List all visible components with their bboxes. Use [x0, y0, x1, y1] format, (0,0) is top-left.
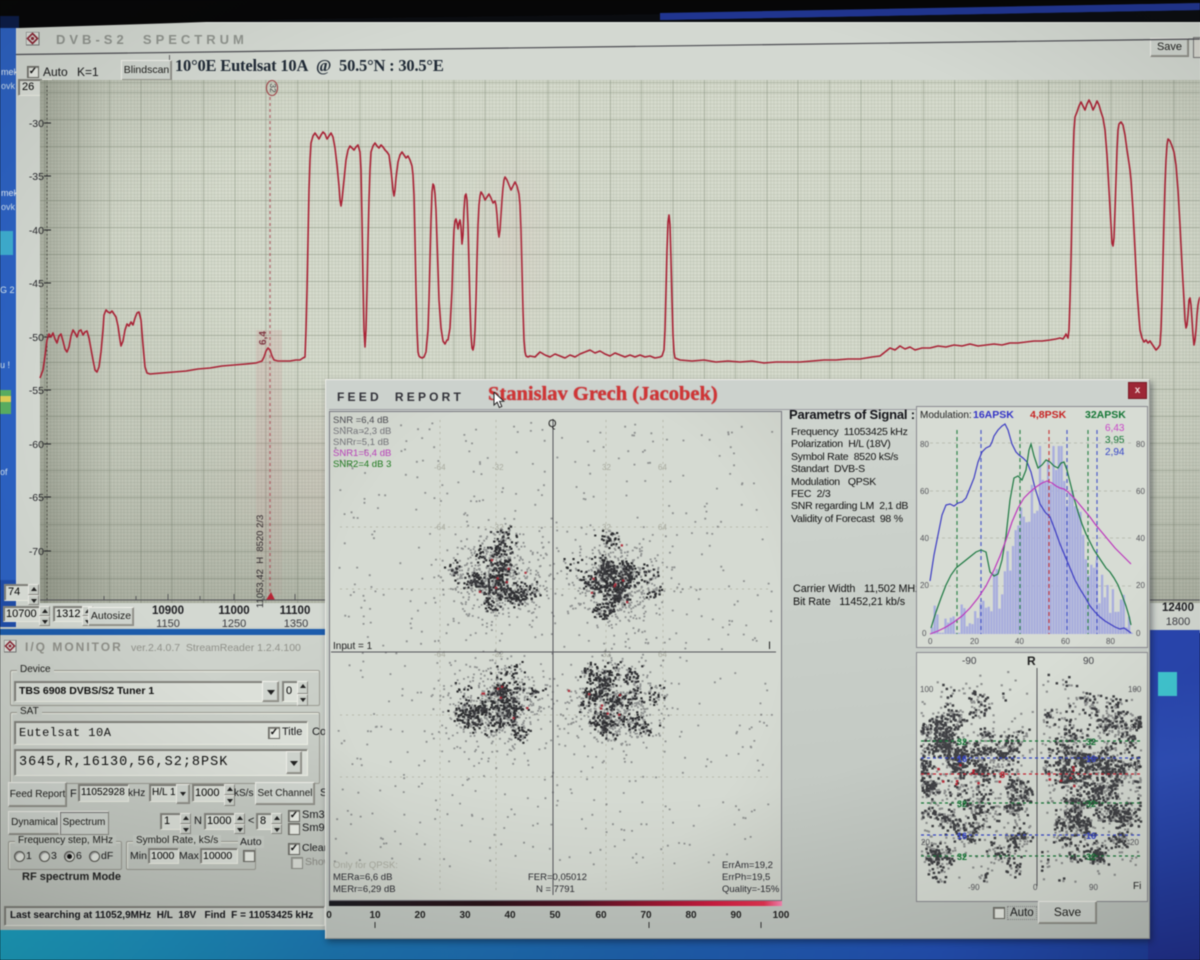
svg-text:16: 16	[1086, 831, 1096, 841]
svg-text:10900: 10900	[152, 605, 184, 617]
svg-text:32: 32	[957, 852, 967, 862]
svg-text:Fi: Fi	[1133, 881, 1141, 892]
svg-text:16: 16	[1086, 754, 1096, 764]
svg-text:SNR2=4 dB 3: SNR2=4 dB 3	[333, 459, 391, 470]
svg-text:SNRr=5,1 dB: SNRr=5,1 dB	[333, 437, 389, 448]
svg-text:0: 0	[1033, 883, 1038, 892]
svg-text:-90: -90	[968, 883, 980, 892]
svg-text:20: 20	[1136, 581, 1145, 590]
svg-text:16: 16	[957, 831, 967, 841]
svg-text:90: 90	[1083, 656, 1095, 667]
svg-text:11000: 11000	[218, 605, 249, 617]
svg-text:60: 60	[1136, 487, 1145, 496]
svg-text:-60: -60	[29, 439, 44, 451]
svg-text:60: 60	[1061, 637, 1070, 646]
svg-text:-32: -32	[492, 650, 504, 659]
svg-text:-45: -45	[29, 278, 44, 290]
svg-text:-35: -35	[29, 171, 44, 183]
svg-text:-64: -64	[434, 523, 446, 532]
svg-text:-40: -40	[29, 225, 44, 237]
svg-text:16APSK: 16APSK	[973, 409, 1014, 421]
svg-text:MERa=6,6 dB: MERa=6,6 dB	[333, 872, 392, 883]
svg-text:ErrPh=19,5: ErrPh=19,5	[722, 872, 770, 883]
svg-text:-30: -30	[29, 118, 44, 130]
svg-text:FER=0,05012: FER=0,05012	[528, 872, 587, 883]
svg-text:80: 80	[920, 440, 929, 449]
svg-text:32: 32	[602, 463, 611, 472]
svg-text:80: 80	[685, 910, 697, 921]
svg-text:32: 32	[1086, 852, 1096, 862]
svg-text:-64: -64	[434, 463, 446, 472]
svg-text:-90: -90	[962, 656, 977, 667]
svg-text:Input = 1: Input = 1	[333, 641, 373, 652]
svg-text:70: 70	[640, 910, 652, 921]
svg-text:64: 64	[658, 650, 667, 659]
svg-text:20: 20	[414, 910, 426, 921]
svg-text:64: 64	[658, 463, 667, 472]
svg-text:100: 100	[920, 685, 934, 694]
svg-text:32: 32	[268, 84, 277, 93]
svg-text:30: 30	[459, 910, 471, 921]
svg-text:40: 40	[504, 910, 516, 921]
svg-text:32: 32	[1086, 799, 1096, 809]
svg-text:Only for QPSK:: Only for QPSK:	[333, 860, 398, 871]
svg-text:80: 80	[1106, 637, 1115, 646]
svg-text:Q: Q	[548, 418, 557, 430]
svg-text:32: 32	[1086, 737, 1096, 747]
svg-text:8: 8	[1000, 770, 1005, 780]
svg-text:80: 80	[1136, 440, 1145, 449]
svg-text:-65: -65	[29, 492, 44, 504]
svg-text:10: 10	[369, 910, 381, 921]
svg-text:-70: -70	[29, 546, 44, 558]
svg-text:Quality=-15%: Quality=-15%	[722, 884, 780, 895]
svg-text:-50: -50	[29, 332, 44, 344]
svg-text:32APSK: 32APSK	[1085, 409, 1126, 421]
svg-text:90: 90	[1089, 883, 1098, 892]
svg-text:0: 0	[1136, 629, 1141, 638]
svg-text:0: 0	[922, 629, 927, 638]
svg-text:40: 40	[1015, 637, 1024, 646]
svg-text:ErrAm=19,2: ErrAm=19,2	[722, 860, 773, 871]
svg-text:60: 60	[920, 487, 929, 496]
svg-text:50: 50	[549, 910, 561, 921]
svg-text:Modulation:: Modulation:	[920, 410, 972, 421]
svg-text:0: 0	[928, 637, 933, 646]
svg-text:12400: 12400	[1162, 602, 1194, 614]
svg-text:-32: -32	[492, 463, 504, 472]
svg-text:40: 40	[1136, 534, 1145, 543]
svg-text:16: 16	[957, 754, 967, 764]
svg-text:40: 40	[920, 534, 929, 543]
svg-text:4,8PSK: 4,8PSK	[1030, 409, 1067, 421]
svg-text:-55: -55	[29, 385, 44, 397]
svg-text:I: I	[768, 640, 771, 652]
svg-text:90: 90	[730, 910, 742, 921]
svg-text:1800: 1800	[1166, 616, 1190, 628]
svg-text:60: 60	[595, 910, 607, 921]
svg-text:3,95: 3,95	[1105, 435, 1125, 446]
svg-text:100: 100	[773, 910, 790, 921]
svg-text:32: 32	[957, 799, 967, 809]
svg-text:2,94: 2,94	[1105, 447, 1125, 458]
svg-text:SNR1=6,4 dB: SNR1=6,4 dB	[333, 448, 391, 459]
svg-text:SNR =6,4 dB: SNR =6,4 dB	[333, 415, 389, 426]
svg-text:-64: -64	[434, 650, 446, 659]
svg-text:32: 32	[957, 737, 967, 747]
svg-text:6,43: 6,43	[1105, 423, 1125, 434]
svg-text:SNRa=2,3 dB: SNRa=2,3 dB	[333, 426, 391, 437]
svg-text:11100: 11100	[280, 605, 311, 617]
svg-text:20: 20	[1130, 838, 1139, 847]
svg-text:20: 20	[920, 581, 929, 590]
svg-text:R: R	[1027, 654, 1036, 668]
svg-text:20: 20	[970, 637, 979, 646]
svg-text:0: 0	[326, 910, 332, 921]
svg-text:N = 7791: N = 7791	[536, 884, 575, 895]
svg-text:64: 64	[658, 523, 667, 532]
svg-text:MERr=6,29 dB: MERr=6,29 dB	[333, 884, 396, 895]
